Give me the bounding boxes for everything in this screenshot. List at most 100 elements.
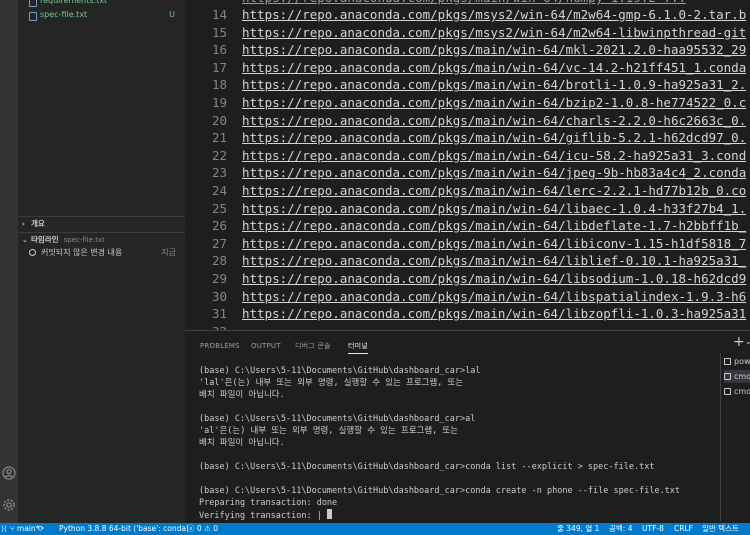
settings-gear-icon[interactable] (1, 498, 17, 514)
terminal-line: Verifying transaction: | (199, 509, 332, 521)
tab-debug-console[interactable]: 디버그 콘솔 (295, 339, 331, 353)
sync-icon[interactable]: ⟳ (38, 523, 44, 535)
terminal-line: (base) C:\Users\5-11\Documents\GitHub\da… (199, 366, 481, 376)
code-line: 31 https://repo.anaconda.com/pkgs/main/wi… (185, 305, 750, 323)
line-number: 20 (211, 112, 227, 128)
url-link[interactable]: https://repo.anaconda.com/pkgs/main/win-… (242, 200, 746, 218)
python-interpreter[interactable]: Python 3.8.8 64-bit ('base': conda) (59, 523, 189, 535)
code-line: 20 https://repo.anaconda.com/pkgs/main/wi… (185, 112, 750, 130)
code-line: 18 https://repo.anaconda.com/pkgs/main/wi… (185, 76, 750, 94)
language-mode[interactable]: 일반 텍스트 (702, 523, 739, 535)
url-link[interactable]: https://repo.anaconda.com/pkgs/main/win-… (242, 270, 746, 288)
line-number: 26 (211, 218, 227, 234)
url-link[interactable]: https://repo.anaconda.com/pkgs/main/win-… (242, 147, 746, 165)
line-number: 21 (211, 130, 227, 146)
bottom-panel: PROBLEMS OUTPUT 디버그 콘솔 터미널 + ⌄ (base) C:… (185, 330, 750, 524)
code-line: 29 https://repo.anaconda.com/pkgs/main/wi… (185, 270, 750, 288)
url-link[interactable]: https://repo.anaconda.com/pkgs/main/win-… (242, 76, 746, 94)
url-link[interactable]: https://repo.anaconda.com/pkgs/main/win-… (242, 94, 746, 112)
code-line: 16 https://repo.anaconda.com/pkgs/main/wi… (185, 41, 750, 59)
terminal-line: 'al'은(는) 내부 또는 외부 명령, 실행할 수 있는 프로그램, 또는 (199, 426, 459, 436)
code-line-partial: 32 (185, 323, 750, 330)
account-icon[interactable] (1, 466, 17, 482)
commit-circle-icon (29, 249, 36, 256)
line-number: 18 (211, 77, 227, 93)
error-icon: ⓧ (187, 524, 195, 533)
code-line: 26 https://repo.anaconda.com/pkgs/main/wi… (185, 217, 750, 235)
text-file-icon (29, 0, 37, 7)
tab-terminal[interactable]: 터미널 (348, 339, 368, 354)
file-item-requirements[interactable]: requirements.txt (18, 0, 185, 8)
line-number: 15 (211, 24, 227, 40)
code-line: 23 https://repo.anaconda.com/pkgs/main/wi… (185, 164, 750, 182)
text-file-icon (29, 12, 37, 21)
terminal-list-item[interactable]: cmd (724, 385, 750, 398)
code-line: 22 https://repo.anaconda.com/pkgs/main/wi… (185, 147, 750, 165)
line-number: 22 (211, 147, 227, 163)
line-number: 23 (211, 165, 227, 181)
terminal-output[interactable]: (base) C:\Users\5-11\Documents\GitHub\da… (199, 365, 719, 525)
line-number: 31 (211, 306, 227, 322)
indentation[interactable]: 공백: 4 (609, 523, 632, 535)
code-line: 17 https://repo.anaconda.com/pkgs/main/wi… (185, 59, 750, 77)
terminal-list-item[interactable]: pow (724, 355, 750, 368)
tab-output[interactable]: OUTPUT (251, 339, 281, 353)
code-line: 21 https://repo.anaconda.com/pkgs/main/wi… (185, 129, 750, 147)
chevron-right-icon: › (22, 220, 25, 228)
url-link[interactable]: https://repo.anaconda.com/pkgs/main/win-… (242, 112, 746, 130)
terminal-line: Preparing transaction: done (199, 498, 338, 508)
code-line: 14 https://repo.anaconda.com/pkgs/msys2/w… (185, 6, 750, 24)
code-line: 24 https://repo.anaconda.com/pkgs/main/wi… (185, 182, 750, 200)
url-link[interactable]: https://repo.anaconda.com/pkgs/main/win-… (242, 235, 746, 253)
url-link[interactable]: https://repo.anaconda.com/pkgs/main/win-… (242, 41, 746, 59)
end-of-line[interactable]: CRLF (674, 523, 693, 535)
new-terminal-plus-icon[interactable]: + (733, 334, 745, 350)
url-link[interactable]: https://repo.anaconda.com/pkgs/main/win-… (242, 129, 746, 147)
terminal-line: (base) C:\Users\5-11\Documents\GitHub\da… (199, 462, 655, 472)
untracked-badge: U (169, 10, 175, 19)
chevron-down-icon[interactable]: ⌄ (745, 337, 750, 346)
remote-icon[interactable]: ⟩⟨ (1, 523, 7, 535)
url-link[interactable]: https://repo.anaconda.com/pkgs/msys2/win… (242, 24, 746, 42)
cursor-position[interactable]: 줄 349, 열 1 (557, 523, 599, 535)
file-item-spec-file[interactable]: spec-file.txt U (18, 8, 185, 22)
line-number: 16 (211, 42, 227, 58)
line-number: 30 (211, 288, 227, 304)
url-link[interactable]: https://repo.anaconda.com/pkgs/main/win-… (242, 252, 746, 270)
url-link[interactable]: https://repo.anaconda.com/pkgs/main/win-… (242, 288, 746, 306)
encoding[interactable]: UTF-8 (642, 523, 664, 535)
timeline-entry[interactable]: 커밋되지 않은 변경 내용 지금 (18, 246, 185, 260)
terminal-icon (724, 373, 731, 380)
line-number: 19 (211, 95, 227, 110)
outline-section-header[interactable]: › 개요 (18, 217, 185, 231)
terminal-icon (724, 388, 731, 395)
timeline-section-header[interactable]: ⌄ 타임라인 spec-file.txt (18, 233, 185, 247)
line-number: 28 (211, 253, 227, 269)
url-link[interactable]: https://repo.anaconda.com/pkgs/main/win-… (242, 59, 746, 77)
terminal-line: 배치 파일이 아닙니다. (199, 438, 285, 448)
branch-indicator[interactable]: ⑂ main* (10, 523, 39, 535)
code-line: 27 https://repo.anaconda.com/pkgs/main/wi… (185, 235, 750, 253)
url-link[interactable]: https://repo.anaconda.com/pkgs/msys2/win… (242, 6, 746, 24)
terminal-list: pow cmd cmd (720, 353, 750, 521)
line-number: 27 (211, 235, 227, 251)
problems-indicator[interactable]: ⓧ 0 ⚠ 0 (187, 523, 218, 535)
url-link[interactable]: https://repo.anaconda.com/pkgs/main/win-… (242, 305, 746, 323)
git-branch-icon: ⑂ (10, 524, 15, 533)
chevron-down-icon: ⌄ (22, 236, 28, 244)
status-bar: ⟩⟨ ⑂ main* ⟳ Python 3.8.8 64-bit ('base'… (0, 523, 750, 535)
url-link[interactable]: https://repo.anaconda.com/pkgs/main/win-… (242, 164, 746, 182)
terminal-list-item[interactable]: cmd (724, 370, 750, 383)
tab-problems[interactable]: PROBLEMS (200, 339, 240, 353)
code-editor[interactable]: https://repo.anaconda.com/pkgs/main/win-… (185, 0, 750, 330)
line-number: 32 (185, 323, 227, 330)
line-number: 25 (211, 200, 227, 216)
url-link[interactable]: https://repo.anaconda.com/pkgs/main/win-… (242, 182, 746, 200)
code-line: 28 https://repo.anaconda.com/pkgs/main/wi… (185, 252, 750, 270)
panel-tabs: PROBLEMS OUTPUT 디버그 콘솔 터미널 + ⌄ (185, 331, 750, 357)
code-line: 19 https://repo.anaconda.com/pkgs/main/wi… (185, 94, 750, 112)
url-link[interactable]: https://repo.anaconda.com/pkgs/main/win-… (242, 217, 746, 235)
line-number: 17 (211, 59, 227, 75)
line-number: 29 (211, 271, 227, 286)
code-line: 15 https://repo.anaconda.com/pkgs/msys2/w… (185, 24, 750, 42)
